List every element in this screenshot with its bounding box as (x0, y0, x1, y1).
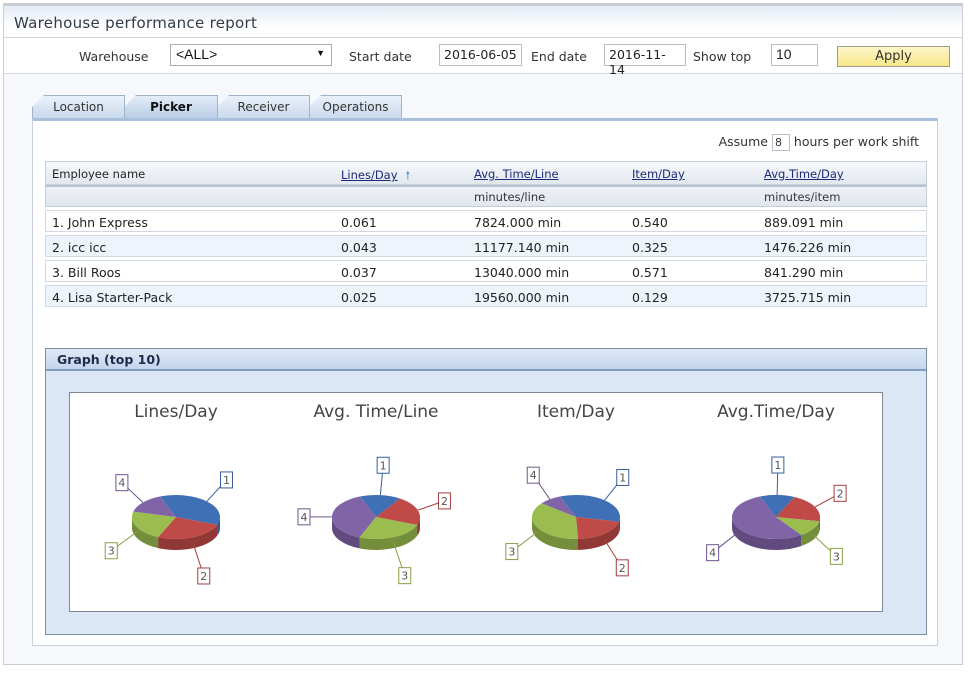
work-shift-setting: Assume 8 hours per work shift (719, 134, 919, 151)
employee-name: 1. John Express (52, 215, 148, 230)
pie-chart-title: Avg. Time/Line (313, 402, 438, 422)
data-label-3: 3 (508, 546, 515, 559)
page-title: Warehouse performance report (14, 14, 258, 32)
data-label-1: 1 (774, 459, 781, 472)
graph-title: Graph (top 10) (46, 349, 926, 371)
table-units-row: minutes/line minutes/item (45, 185, 927, 207)
lines-per-day: 0.061 (341, 215, 377, 230)
picker-panel: Assume 8 hours per work shift Employee n… (32, 118, 938, 646)
employee-name: 4. Lisa Starter-Pack (52, 290, 173, 305)
data-label-2: 2 (837, 487, 844, 500)
tab-receiver[interactable]: Receiver (217, 95, 310, 119)
column-employee-name: Employee name (52, 167, 146, 181)
warehouse-select[interactable]: <ALL> ▼ (170, 44, 332, 66)
assume-label: Assume (718, 134, 768, 149)
pie-chart-2: Avg. Time/Line 1 2 3 4 (297, 402, 451, 585)
avg-time-day: 841.290 min (764, 265, 844, 280)
apply-button[interactable]: Apply (837, 46, 950, 67)
start-date-label: Start date (349, 49, 412, 64)
table-row[interactable]: 4. Lisa Starter-Pack 0.025 19560.000 min… (45, 285, 927, 307)
filter-bar: Warehouse <ALL> ▼ Start date 2016-06-05 … (4, 38, 962, 77)
pie-chart-title: Avg.Time/Day (717, 402, 835, 422)
data-label-2: 2 (200, 570, 207, 583)
avg-time-day: 3725.715 min (764, 290, 852, 305)
assume-suffix: hours per work shift (793, 134, 919, 149)
pie-charts-area: Lines/Day 1 2 3 4 Avg. Time/Line 1 2 3 4 Item/Day 1… (69, 392, 883, 612)
avg-time-line: 13040.000 min (474, 265, 570, 280)
lines-per-day: 0.043 (341, 240, 377, 255)
data-label-3: 3 (401, 570, 408, 583)
unit-minutes-item: minutes/item (764, 190, 841, 204)
item-per-day: 0.540 (632, 215, 668, 230)
item-per-day: 0.571 (632, 265, 668, 280)
picker-table: Employee name Lines/Day 🠕 Avg. Time/Line … (45, 161, 927, 307)
sort-item-per-day-link[interactable]: Item/Day (632, 167, 685, 181)
employee-name: 2. icc icc (52, 240, 107, 255)
tab-picker[interactable]: Picker (124, 95, 218, 119)
avg-time-line: 7824.000 min (474, 215, 562, 230)
graph-section: Graph (top 10) Lines/Day 1 2 3 4 Avg. Time/Li… (45, 348, 927, 635)
show-top-input[interactable]: 10 (771, 44, 818, 66)
arrow-up-icon: 🠕 (405, 169, 411, 182)
data-label-4: 4 (118, 477, 125, 490)
table-row[interactable]: 2. icc icc 0.043 11177.140 min 0.325 147… (45, 235, 927, 257)
item-per-day: 0.325 (632, 240, 668, 255)
data-label-2: 2 (619, 562, 626, 575)
data-label-4: 4 (709, 547, 716, 560)
avg-time-line: 11177.140 min (474, 240, 570, 255)
lines-per-day: 0.037 (341, 265, 377, 280)
unit-minutes-line: minutes/line (474, 190, 546, 204)
column-lines-per-day: Lines/Day 🠕 (341, 167, 410, 186)
dropdown-arrow-icon: ▼ (316, 48, 325, 58)
item-per-day: 0.129 (632, 290, 668, 305)
end-date-input[interactable]: 2016-11-14 (604, 44, 686, 77)
pie-chart-3: Item/Day 1 2 3 4 (505, 402, 630, 577)
sort-lines-per-day-link[interactable]: Lines/Day (341, 168, 398, 182)
report-window: Warehouse performance report Warehouse <… (3, 3, 963, 665)
show-top-label: Show top (693, 49, 752, 64)
warehouse-select-value: <ALL> (176, 46, 218, 62)
avg-time-line: 19560.000 min (474, 290, 570, 305)
warehouse-label: Warehouse (79, 49, 149, 64)
table-row[interactable]: 3. Bill Roos 0.037 13040.000 min 0.571 8… (45, 260, 927, 282)
data-label-3: 3 (108, 545, 115, 558)
data-label-2: 2 (441, 495, 448, 508)
data-label-1: 1 (619, 471, 626, 484)
sort-avg-time-line-link[interactable]: Avg. Time/Line (474, 167, 559, 181)
data-label-1: 1 (380, 459, 387, 472)
pie-chart-4: Avg.Time/Day 1 2 3 4 (706, 402, 847, 565)
tab-location[interactable]: Location (32, 95, 125, 119)
data-label-4: 4 (530, 469, 537, 482)
tab-operations[interactable]: Operations (309, 95, 402, 119)
title-bar: Warehouse performance report (4, 4, 962, 38)
data-label-4: 4 (301, 511, 308, 524)
table-row[interactable]: 1. John Express 0.061 7824.000 min 0.540… (45, 210, 927, 232)
table-header: Employee name Lines/Day 🠕 Avg. Time/Line … (45, 161, 927, 185)
pie-chart-title: Item/Day (537, 402, 615, 422)
data-label-3: 3 (833, 550, 840, 563)
hours-per-shift-input[interactable]: 8 (771, 134, 790, 151)
end-date-label: End date (531, 49, 587, 64)
avg-time-day: 1476.226 min (764, 240, 852, 255)
pie-chart-title: Lines/Day (134, 402, 218, 422)
pie-charts-svg: Lines/Day 1 2 3 4 Avg. Time/Line 1 2 3 4 Item/Day 1… (104, 402, 847, 585)
pie-chart-1: Lines/Day 1 2 3 4 (104, 402, 234, 585)
lines-per-day: 0.025 (341, 290, 377, 305)
data-label-1: 1 (223, 474, 230, 487)
start-date-input[interactable]: 2016-06-05 (439, 44, 522, 66)
sort-avg-time-day-link[interactable]: Avg.Time/Day (764, 167, 844, 181)
avg-time-day: 889.091 min (764, 215, 844, 230)
employee-name: 3. Bill Roos (52, 265, 121, 280)
